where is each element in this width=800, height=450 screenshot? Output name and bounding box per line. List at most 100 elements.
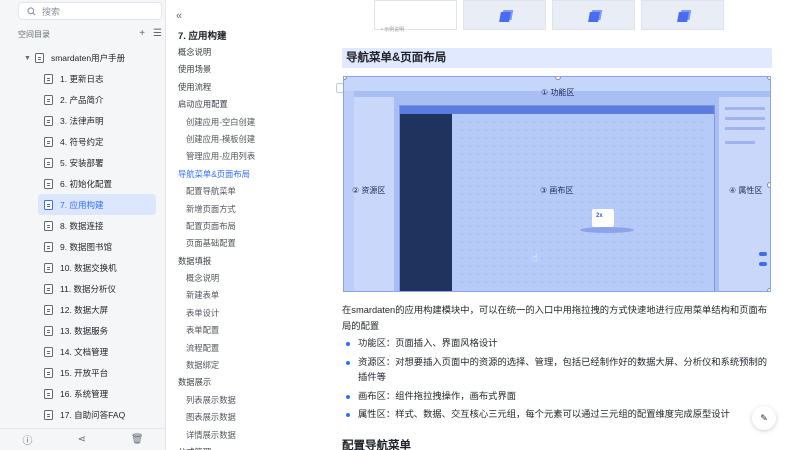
tree-root[interactable]: ▼ smardaten用户手册 — [24, 52, 125, 64]
toc-item[interactable]: 管理应用-应用列表 — [178, 148, 328, 165]
sidebar-item[interactable]: 16. 系统管理 — [38, 383, 156, 404]
app-window: 搜索 空间目录 + ☰ ▼ smardaten用户手册 1. 更新日志 2. 产品… — [0, 0, 800, 450]
sidebar: 搜索 空间目录 + ☰ ▼ smardaten用户手册 1. 更新日志 2. 产品… — [0, 0, 166, 450]
toc-item[interactable]: 页面基础配置 — [178, 235, 328, 252]
bullet-item: 功能区：页面插入、界面风格设计 — [344, 336, 774, 352]
sidebar-item[interactable]: 12. 数据大屏 — [38, 299, 156, 320]
toc-item[interactable]: 配置页面布局 — [178, 218, 328, 235]
toggle-icon — [759, 262, 767, 266]
sidebar-item-label: 7. 应用构建 — [60, 199, 104, 210]
search-input[interactable]: 搜索 — [18, 2, 162, 20]
document-icon — [44, 241, 53, 252]
bullet-item: 资源区：对想要插入页面中的资源的选择、管理，包括已经制作好的数据大屏、分析仪和系… — [344, 355, 774, 386]
document-icon — [44, 178, 53, 189]
toc-item[interactable]: 使用场景 — [178, 61, 328, 78]
sidebar-item-label: 10. 数据交换机 — [60, 262, 117, 273]
sidebar-item[interactable]: 6. 初始化配置 — [38, 173, 156, 194]
thumbnail-image[interactable]: • 示例说明 — [374, 0, 457, 33]
attr-row — [725, 117, 765, 120]
illustration-base — [580, 227, 634, 233]
edit-doc-icon[interactable]: ✎ — [752, 406, 776, 430]
layout-screenshot[interactable]: ① 功能区 ② 资源区 ③ 画布区 ④ 属性区 ☝ — [343, 76, 771, 292]
sidebar-item-label: 12. 数据大屏 — [60, 304, 109, 315]
toc-item[interactable]: 表单配置 — [178, 322, 328, 339]
toc-item[interactable]: 详情展示数据 — [178, 427, 328, 444]
attr-row — [725, 107, 765, 110]
share-icon[interactable]: ⋖ — [77, 434, 85, 445]
sidebar-item[interactable]: 7. 应用构建 — [38, 194, 156, 215]
sidebar-item[interactable]: 3. 法律声明 — [38, 110, 156, 131]
bullet-list: 功能区：页面插入、界面风格设计资源区：对想要插入页面中的资源的选择、管理，包括已… — [344, 336, 774, 426]
space-directory-header: 空间目录 + ☰ — [18, 27, 162, 41]
doc-tree-list: 1. 更新日志 2. 产品简介 3. 法律声明 4. 符号约定 5. 安装部署 6. 初始… — [38, 68, 156, 425]
canvas-grid — [458, 118, 708, 288]
document-icon — [44, 325, 53, 336]
add-icon[interactable]: + — [139, 29, 145, 39]
toc-item[interactable]: 数据填报 — [178, 253, 328, 270]
sidebar-item-label: 16. 系统管理 — [60, 388, 109, 399]
toc-item[interactable]: 数据展示 — [178, 374, 328, 391]
document-icon — [44, 388, 53, 399]
toc-item[interactable]: 新建表单 — [178, 287, 328, 304]
space-directory-label: 空间目录 — [18, 29, 50, 39]
sidebar-item-label: 5. 安装部署 — [60, 157, 104, 168]
attr-row — [725, 141, 755, 144]
sidebar-item[interactable]: 15. 开放平台 — [38, 362, 156, 383]
resize-handle[interactable] — [767, 182, 770, 188]
canvas-menu — [400, 114, 452, 291]
sidebar-item[interactable]: 13. 数据服务 — [38, 320, 156, 341]
toc-item[interactable]: 配置导航菜单 — [178, 183, 328, 200]
toc-item[interactable]: 新增页面方式 — [178, 201, 328, 218]
sidebar-item[interactable]: 17. 自助问答FAQ — [38, 404, 156, 425]
collapse-icon[interactable]: « — [176, 10, 182, 22]
search-icon — [27, 6, 36, 16]
toc-item[interactable]: 概念说明 — [178, 44, 328, 61]
document-icon — [44, 115, 53, 126]
sidebar-item[interactable]: 11. 数据分析仪 — [38, 278, 156, 299]
resize-handle[interactable] — [767, 288, 770, 291]
toc-item[interactable]: 数据绑定 — [178, 357, 328, 374]
thumbnail-image[interactable] — [463, 0, 546, 30]
toc-item[interactable]: 概念说明 — [178, 270, 328, 287]
toc-item[interactable]: 流程配置 — [178, 340, 328, 357]
sidebar-item-label: 14. 文档管理 — [60, 346, 109, 357]
cube-icon — [677, 12, 689, 22]
sidebar-item[interactable]: 9. 数据图书馆 — [38, 236, 156, 257]
sidebar-item[interactable]: 4. 符号约定 — [38, 131, 156, 152]
sidebar-item[interactable]: 8. 数据连接 — [38, 215, 156, 236]
toc-item[interactable]: 导航菜单&页面布局 — [178, 166, 328, 183]
resize-handle[interactable] — [767, 77, 770, 80]
screenshot-canvas — [399, 105, 715, 291]
toggle-icon — [759, 252, 767, 256]
toc-item[interactable]: 列表展示数据 — [178, 392, 328, 409]
tree-root-label: smardaten用户手册 — [50, 53, 126, 63]
sidebar-item[interactable]: 10. 数据交换机 — [38, 257, 156, 278]
toc-item[interactable]: 公式管理 — [178, 444, 328, 450]
caret-down-icon[interactable]: ▼ — [24, 55, 31, 62]
illustration-card — [592, 209, 614, 227]
toc-item[interactable]: 图表展示数据 — [178, 409, 328, 426]
document-content: • 示例说明 导航菜单&页面布局 ① 功能区 ② 资源区 ③ 画布区 ④ 属性区… — [334, 0, 800, 450]
list-icon[interactable]: ☰ — [153, 29, 162, 39]
toc-item[interactable]: 使用流程 — [178, 79, 328, 96]
toc-item[interactable]: 创建应用-空白创建 — [178, 114, 328, 131]
toc-item[interactable]: 启动应用配置 — [178, 96, 328, 113]
trash-icon[interactable]: 🗑 — [131, 434, 144, 445]
info-icon[interactable]: ⓘ — [22, 432, 32, 447]
table-of-contents: « 7. 应用构建 概念说明 使用场景 使用流程 启动应用配置 创建应用-空白创建 创建应… — [166, 0, 334, 450]
bullet-item: 属性区：样式、数据、交互核心三元组，每个元素可以通过三元组的配置维度完成原型设计 — [344, 407, 774, 423]
zone-label-function: ① 功能区 — [541, 88, 575, 97]
thumbnail-image[interactable] — [552, 0, 635, 30]
toc-list: 概念说明 使用场景 使用流程 启动应用配置 创建应用-空白创建 创建应用-模板创建 管理应用… — [178, 44, 328, 450]
intro-paragraph: 在smardaten的应用构建模块中，可以在统一的入口中用拖拉拽的方式快速地进行… — [342, 305, 768, 331]
toc-item[interactable]: 表单设计 — [178, 305, 328, 322]
document-icon — [44, 94, 53, 105]
sidebar-item[interactable]: 2. 产品简介 — [38, 89, 156, 110]
section-heading: 导航菜单&页面布局 — [342, 48, 772, 68]
sidebar-item[interactable]: 14. 文档管理 — [38, 341, 156, 362]
cube-icon — [588, 12, 600, 22]
toc-item[interactable]: 创建应用-模板创建 — [178, 131, 328, 148]
sidebar-item[interactable]: 1. 更新日志 — [38, 68, 156, 89]
thumbnail-image[interactable] — [641, 0, 724, 30]
sidebar-item[interactable]: 5. 安装部署 — [38, 152, 156, 173]
